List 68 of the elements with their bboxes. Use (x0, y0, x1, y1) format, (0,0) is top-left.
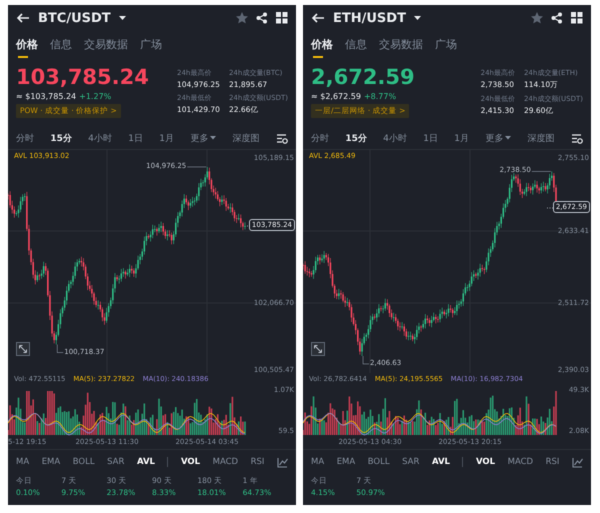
interval-tab[interactable]: 1日 (128, 132, 143, 144)
indicator-tab[interactable]: MACD (212, 457, 238, 467)
interval-tab[interactable]: 深度图 (232, 132, 260, 144)
indicator-tab[interactable]: MA (16, 457, 30, 467)
leader-line (362, 356, 370, 364)
chart-icon[interactable] (276, 456, 288, 468)
expand-icon[interactable] (16, 342, 30, 356)
indicator-tab[interactable]: VOL (181, 457, 200, 467)
indicator-tab[interactable]: RSI (250, 457, 264, 467)
interval-tab[interactable]: 深度图 (528, 132, 555, 144)
expand-icon[interactable] (311, 342, 325, 356)
fiat-price: ≈ $103,785.24 (16, 92, 76, 101)
share-icon[interactable] (256, 12, 268, 24)
tab[interactable]: 信息 (50, 37, 72, 58)
price-change: +8.77% (364, 92, 396, 101)
tab[interactable]: 价格 (311, 37, 333, 58)
pair-title[interactable]: BTC/USDT (38, 10, 111, 26)
indicator-tab[interactable]: BOLL (72, 457, 95, 467)
interval-tab[interactable]: 4小时 (383, 132, 407, 144)
last-price: 103,785.24 (16, 65, 149, 89)
indicator-tab[interactable]: AVL (136, 457, 155, 467)
interval-tab[interactable]: 1日 (423, 132, 438, 144)
tab[interactable]: 价格 (16, 37, 38, 58)
pair-title[interactable]: ETH/USDT (333, 10, 406, 26)
price-change: +1.27% (79, 92, 112, 101)
back-icon[interactable] (311, 12, 325, 24)
tab[interactable]: 交易数据 (379, 37, 423, 58)
settings-icon[interactable] (570, 132, 583, 144)
share-icon[interactable] (551, 12, 563, 24)
grid-icon[interactable] (571, 12, 583, 24)
indicator-tab[interactable]: VOL (476, 457, 496, 467)
indicator-tab[interactable]: BOLL (368, 457, 390, 467)
caret-icon (210, 136, 216, 140)
indicator-tab[interactable]: SAR (107, 457, 124, 467)
leader-line (531, 171, 552, 172)
chart-icon[interactable] (572, 456, 583, 468)
interval-tab[interactable]: 更多 (190, 132, 216, 144)
tab[interactable]: 交易数据 (84, 37, 128, 58)
tab[interactable]: 广场 (140, 37, 162, 58)
caret-icon (505, 136, 512, 140)
indicator-tab[interactable]: RSI (546, 457, 560, 467)
indicator-tab[interactable]: SAR (402, 457, 420, 467)
caret-icon[interactable] (414, 16, 421, 20)
tab[interactable]: 广场 (435, 37, 457, 58)
star-icon[interactable] (236, 12, 248, 24)
leader-line (56, 344, 64, 353)
star-icon[interactable] (531, 12, 543, 24)
last-price: 2,672.59 (311, 65, 415, 89)
interval-tab[interactable]: 1月 (454, 132, 469, 144)
interval-tab[interactable]: 1月 (159, 132, 174, 144)
interval-tab[interactable]: 15分 (50, 132, 72, 144)
indicator-tab[interactable]: AVL (432, 457, 450, 467)
interval-tab[interactable]: 分时 (16, 132, 34, 144)
indicator-tab[interactable]: EMA (42, 457, 60, 467)
caret-icon[interactable] (118, 16, 126, 20)
back-icon[interactable] (16, 12, 30, 24)
indicator-tab[interactable]: MA (311, 457, 324, 467)
indicator-tab[interactable]: EMA (336, 457, 356, 467)
tab[interactable]: 信息 (345, 37, 367, 58)
fiat-price: ≈ $2,672.59 (311, 92, 361, 101)
interval-tab[interactable]: 15分 (345, 132, 367, 144)
leader-line (186, 166, 207, 168)
grid-icon[interactable] (276, 12, 288, 24)
interval-tab[interactable]: 4小时 (88, 132, 112, 144)
interval-tab[interactable]: 更多 (485, 132, 512, 144)
interval-tab[interactable]: 分时 (311, 132, 329, 144)
settings-icon[interactable] (276, 132, 288, 144)
indicator-tab[interactable]: MACD (508, 457, 534, 467)
